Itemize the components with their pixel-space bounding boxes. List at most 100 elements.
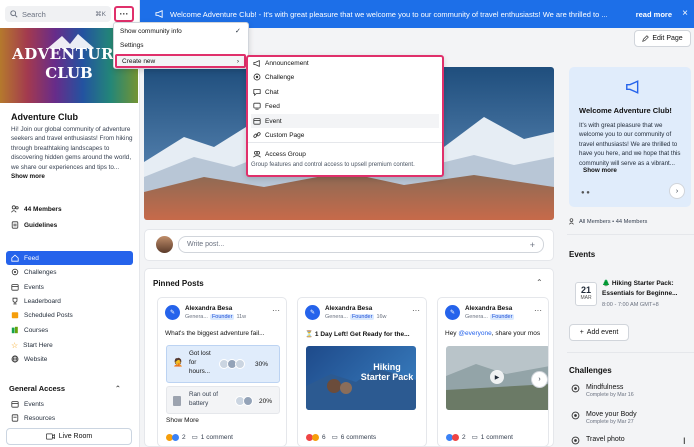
carousel-next-button[interactable]: ›: [531, 371, 548, 388]
all-members-link[interactable]: All Members • 44 Members: [569, 218, 647, 225]
nav-item-start-here[interactable]: ☆ Start Here: [6, 338, 133, 352]
mention-link[interactable]: @everyone: [458, 330, 491, 337]
pencil-icon: [642, 35, 650, 42]
pinned-posts-title: Pinned Posts: [153, 279, 204, 288]
text-cursor-icon: I: [683, 436, 686, 446]
nav-item-courses[interactable]: Courses: [6, 323, 133, 337]
challenge-icon: [571, 384, 580, 398]
close-icon[interactable]: ×: [682, 8, 688, 19]
create-item-access-group[interactable]: Access Group: [251, 147, 439, 161]
post-title: What's the biggest adventure fail...: [165, 330, 265, 337]
write-post-placeholder: Write post...: [187, 241, 225, 248]
live-room-label: Live Room: [58, 433, 93, 440]
add-event-button[interactable]: + Add event: [569, 324, 629, 341]
poll-option[interactable]: Ran out of battery 20%: [166, 386, 280, 414]
search-placeholder: Search: [22, 9, 46, 19]
event-title[interactable]: 🌲 Hiking Starter Pack: Essentials for Be…: [602, 279, 692, 298]
feed-icon: [253, 102, 261, 110]
avatar[interactable]: [156, 236, 173, 253]
author-avatar: ✎: [305, 305, 320, 320]
create-item-chat[interactable]: Chat: [251, 85, 439, 99]
post-meta: Genera... Founder 11w: [185, 314, 247, 320]
play-icon[interactable]: ▶: [490, 370, 504, 384]
calendar-icon: [11, 283, 19, 291]
comment-count[interactable]: 1 comment: [481, 434, 513, 441]
post-more-icon[interactable]: ···: [534, 306, 542, 315]
menu-item-show-community-info[interactable]: Show community info: [120, 28, 182, 35]
post-image[interactable]: Hiking Starter Pack: [306, 346, 416, 410]
event-time: 8:00 - 7:00 AM GMT+8: [602, 302, 659, 308]
show-more-link[interactable]: Show more: [11, 173, 45, 180]
create-item-announcement[interactable]: Announcement: [251, 56, 439, 70]
post-meta: Genera... Founder: [465, 314, 515, 320]
post-more-icon[interactable]: ···: [272, 306, 280, 315]
create-item-custom-page[interactable]: Custom Page: [251, 128, 439, 142]
carousel-dots: ● ●: [581, 190, 590, 196]
pinned-post-card[interactable]: ✎ Alexandra Besa Genera... Founder 11w ···…: [157, 297, 287, 447]
members-link[interactable]: 44 Members: [11, 205, 62, 213]
chat-icon: [253, 88, 261, 96]
welcome-title: Welcome Adventure Club!: [579, 106, 672, 115]
event-month: MAR: [580, 295, 592, 301]
challenge-item[interactable]: Move your Body Complete by Mar 27: [571, 411, 637, 425]
nav-item-website[interactable]: Website: [6, 352, 133, 366]
nav-label: Resources: [24, 414, 56, 422]
post-footer: 2 ▭ 1 comment: [166, 433, 233, 441]
nav-label: Challenges: [24, 268, 57, 276]
challenge-icon: [571, 411, 580, 425]
write-post-input[interactable]: Write post... +: [178, 236, 544, 253]
menu-item-create-new[interactable]: Create new ›: [115, 54, 246, 68]
more-options-button[interactable]: ···: [114, 6, 134, 22]
add-event-label: Add event: [586, 329, 619, 336]
plus-icon[interactable]: +: [530, 240, 535, 250]
general-access-item-resources[interactable]: Resources: [6, 411, 133, 425]
check-icon: ✓: [235, 28, 241, 35]
pinned-post-card[interactable]: ✎ Alexandra Besa Genera... Founder 16w ···…: [297, 297, 427, 447]
author-avatar: ✎: [445, 305, 460, 320]
edit-page-label: Edit Page: [652, 35, 683, 42]
welcome-show-more-link[interactable]: Show more: [583, 167, 617, 174]
create-item-challenge[interactable]: Challenge: [251, 70, 439, 84]
create-item-event[interactable]: Event: [251, 114, 439, 128]
challenge-item[interactable]: Mindfulness Complete by Mar 16: [571, 384, 634, 398]
comment-count[interactable]: 1 comment: [201, 434, 233, 441]
nav-item-scheduled-posts[interactable]: Scheduled Posts: [6, 308, 133, 322]
post-more-icon[interactable]: ···: [412, 306, 420, 315]
nav-item-challenges[interactable]: Challenges: [6, 265, 133, 279]
voter-avatar: [235, 359, 245, 369]
edit-page-button[interactable]: Edit Page: [634, 30, 691, 47]
comment-count[interactable]: 6 comments: [341, 434, 376, 441]
challenge-icon: [571, 436, 580, 445]
chevron-up-icon: ⌃: [114, 384, 121, 393]
divider: [567, 352, 694, 353]
poll-option-text: Got lost for hours...: [189, 350, 211, 375]
general-access-header[interactable]: General Access ⌃: [9, 384, 129, 393]
pinned-post-card[interactable]: ✎ Alexandra Besa Genera... Founder ··· He…: [437, 297, 549, 447]
banner-read-more-link[interactable]: read more: [636, 10, 672, 19]
welcome-next-button[interactable]: ›: [669, 183, 685, 199]
create-item-feed[interactable]: Feed: [251, 99, 439, 113]
nav-item-events[interactable]: Events: [6, 280, 133, 294]
live-room-button[interactable]: Live Room: [6, 428, 132, 445]
search-input[interactable]: Search ⌘K: [5, 6, 111, 22]
challenge-icon: [11, 268, 19, 276]
nav-item-leaderboard[interactable]: Leaderboard: [6, 294, 133, 308]
scheduled-icon: [11, 311, 19, 319]
menu-divider: [248, 142, 442, 143]
megaphone-icon: [155, 10, 164, 18]
reaction-count: 6: [322, 433, 326, 441]
general-access-item-events[interactable]: Events: [6, 397, 133, 411]
guidelines-label: Guidelines: [24, 221, 58, 229]
post-footer: 2 ▭ 1 comment: [446, 433, 513, 441]
star-icon: ☆: [11, 340, 19, 350]
challenge-item[interactable]: Travel photo: [571, 436, 625, 445]
show-more-link[interactable]: Show More: [166, 417, 199, 424]
guidelines-link[interactable]: Guidelines: [11, 221, 57, 229]
courses-icon: [11, 326, 19, 334]
chevron-up-icon[interactable]: ⌃: [536, 278, 543, 287]
nav-item-feed[interactable]: Feed: [6, 251, 133, 265]
comment-icon: ▭: [191, 434, 198, 441]
post-title: Hey @everyone, share your mos: [445, 330, 541, 337]
poll-option[interactable]: 🤦 Got lost for hours... 30%: [166, 345, 280, 383]
menu-item-settings[interactable]: Settings: [120, 42, 144, 49]
